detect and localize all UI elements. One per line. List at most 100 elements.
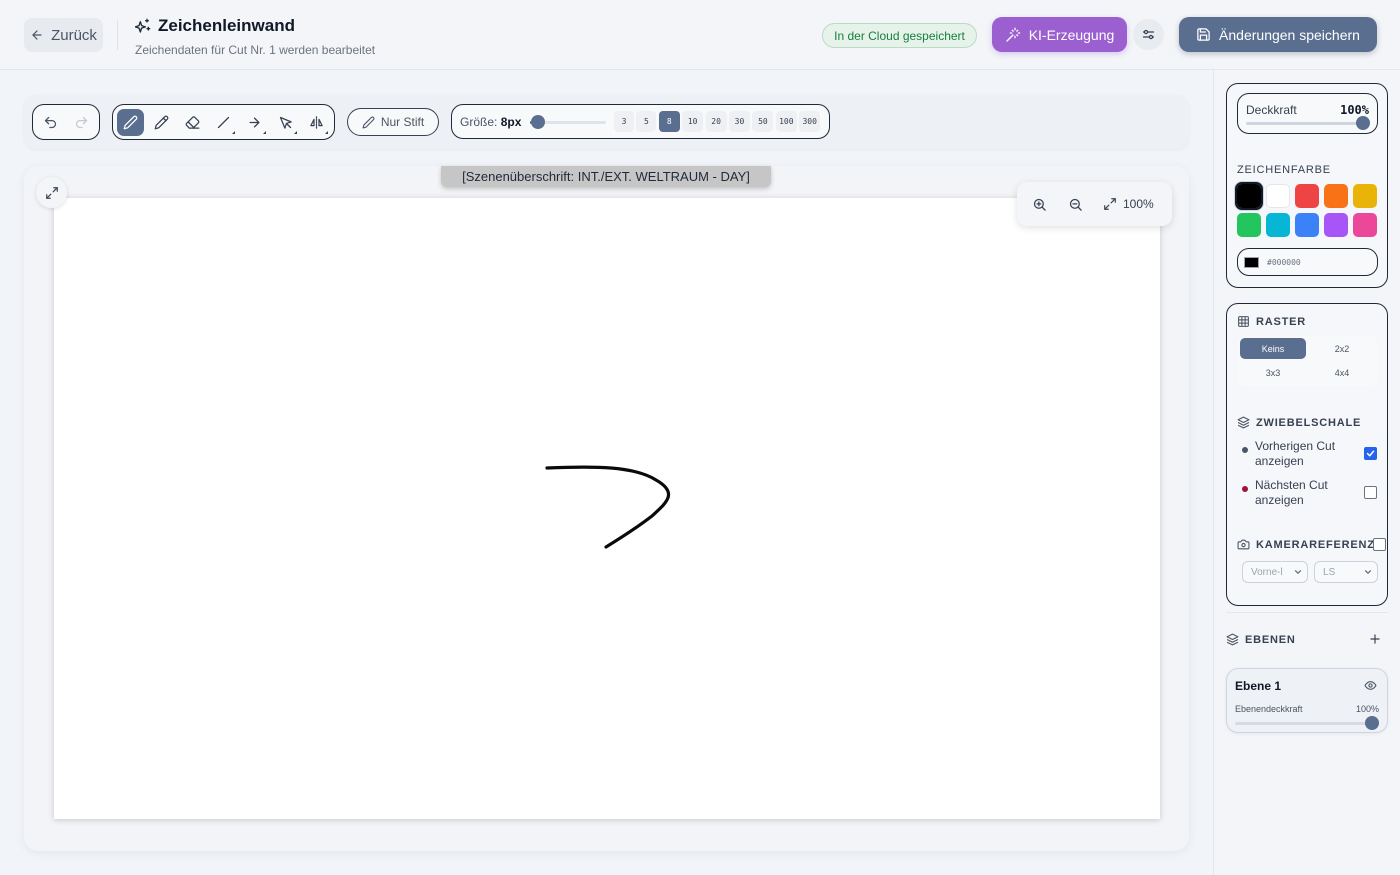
size-label: Größe: 8px	[460, 115, 521, 129]
select-tool-button[interactable]	[272, 109, 299, 136]
opacity-slider[interactable]	[1246, 116, 1370, 130]
undo-icon	[43, 115, 58, 130]
size-preset-300[interactable]: 300	[799, 111, 821, 132]
size-label-text: Größe:	[460, 115, 498, 129]
fullscreen-button[interactable]	[36, 177, 67, 208]
drawing-canvas[interactable]	[54, 198, 1160, 819]
onion-next-checkbox[interactable]	[1364, 486, 1377, 499]
camera-angle-select[interactable]: Vorne-l	[1242, 561, 1308, 583]
camera-angle-value: Vorne-l	[1251, 566, 1283, 578]
onion-prev-color-dot	[1242, 447, 1248, 453]
sliders-icon	[1141, 27, 1156, 42]
layer-opacity-slider[interactable]	[1235, 716, 1379, 730]
pen-only-toggle[interactable]: Nur Stift	[347, 108, 439, 136]
hex-color-input[interactable]: #000000	[1237, 248, 1378, 276]
add-layer-button[interactable]	[1366, 630, 1384, 648]
undo-button[interactable]	[37, 109, 64, 136]
canvas-drawing	[545, 465, 671, 549]
camera-heading-row: KAMERAREFERENZ	[1237, 538, 1375, 551]
zoom-out-button[interactable]	[1061, 190, 1089, 218]
settings-button[interactable]	[1133, 19, 1164, 50]
size-preset-30[interactable]: 30	[729, 111, 750, 132]
layer-item[interactable]: Ebene 1 Ebenendeckkraft 100%	[1226, 668, 1388, 733]
arrow-tool-button[interactable]	[241, 109, 268, 136]
redo-button[interactable]	[68, 109, 95, 136]
zoom-out-icon	[1068, 197, 1083, 212]
color-swatch[interactable]	[1324, 213, 1348, 237]
zoom-level-label: 100%	[1123, 197, 1154, 211]
submenu-indicator	[325, 130, 328, 134]
grid-option-3x3[interactable]: 3x3	[1240, 362, 1306, 383]
onion-heading: ZWIEBELSCHALE	[1256, 416, 1362, 429]
hex-color-preview	[1244, 256, 1259, 268]
onion-prev-checkbox[interactable]	[1364, 447, 1377, 460]
camera-reference-checkbox[interactable]	[1373, 538, 1386, 551]
opacity-label: Deckkraft	[1246, 103, 1297, 117]
size-preset-20[interactable]: 20	[705, 111, 727, 132]
grid-option-none[interactable]: Keins	[1240, 338, 1306, 359]
size-preset-3[interactable]: 3	[614, 111, 634, 132]
save-changes-button[interactable]: Änderungen speichern	[1179, 17, 1377, 52]
color-swatch[interactable]	[1353, 213, 1377, 237]
mirror-tool-button[interactable]	[303, 109, 330, 136]
header-divider	[117, 20, 118, 50]
ki-generation-button[interactable]: KI-Erzeugung	[992, 17, 1127, 52]
save-changes-label: Änderungen speichern	[1219, 26, 1360, 43]
onion-prev-row: Vorherigen Cut anzeigen	[1242, 439, 1382, 469]
history-group	[32, 104, 100, 140]
onion-heading-row: ZWIEBELSCHALE	[1237, 416, 1361, 429]
color-swatch[interactable]	[1295, 184, 1319, 208]
plus-icon	[1368, 632, 1382, 646]
size-slider[interactable]	[530, 115, 606, 129]
submenu-indicator	[232, 130, 235, 134]
ki-generation-label: KI-Erzeugung	[1028, 26, 1115, 43]
grid-option-2x2[interactable]: 2x2	[1309, 338, 1375, 359]
zoom-controls: 100%	[1017, 182, 1172, 226]
page-subtitle: Zeichendaten für Cut Nr. 1 werden bearbe…	[135, 43, 376, 57]
pencil-tool-button[interactable]	[148, 109, 175, 136]
layer-opacity-value: 100%	[1355, 704, 1379, 714]
hex-color-value: #000000	[1267, 257, 1301, 267]
back-button[interactable]: Zurück	[24, 18, 103, 52]
color-swatch[interactable]	[1235, 182, 1263, 210]
layers-heading-row: EBENEN	[1226, 633, 1296, 646]
camera-icon	[1237, 538, 1250, 551]
camera-shot-select[interactable]: LS	[1314, 561, 1378, 583]
layer-opacity-thumb[interactable]	[1365, 716, 1379, 730]
size-preset-10[interactable]: 10	[682, 111, 704, 132]
save-icon	[1196, 27, 1211, 42]
pencil-icon	[154, 115, 169, 130]
eraser-tool-button[interactable]	[179, 109, 206, 136]
onion-next-color-dot	[1242, 486, 1248, 492]
line-tool-button[interactable]	[210, 109, 237, 136]
color-swatch[interactable]	[1266, 184, 1290, 208]
zoom-in-button[interactable]	[1025, 190, 1053, 218]
size-preset-5[interactable]: 5	[636, 111, 657, 132]
expand-icon	[45, 186, 59, 200]
brush-size-group: Größe: 8px 3 5 8 10 20 30 50 100 300	[451, 104, 830, 139]
size-preset-100[interactable]: 100	[775, 111, 797, 132]
layers-icon	[1237, 416, 1250, 429]
chevron-down-icon	[1293, 567, 1303, 577]
color-swatch[interactable]	[1237, 213, 1261, 237]
color-swatch[interactable]	[1266, 213, 1290, 237]
color-swatch[interactable]	[1353, 184, 1377, 208]
eye-icon[interactable]	[1364, 679, 1377, 692]
grid-option-4x4[interactable]: 4x4	[1309, 362, 1375, 383]
opacity-slider-thumb[interactable]	[1356, 116, 1370, 130]
drawing-toolbar: Nur Stift Größe: 8px 3 5 8 10 20 30 50 100 300	[24, 95, 1189, 149]
layers-stack-icon	[1226, 633, 1239, 646]
magic-wand-icon	[1005, 27, 1021, 43]
maximize-icon	[1103, 197, 1117, 211]
back-label: Zurück	[51, 26, 97, 44]
size-slider-thumb[interactable]	[531, 115, 546, 129]
tool-group	[112, 104, 335, 140]
color-swatch[interactable]	[1324, 184, 1348, 208]
cloud-status-badge: In der Cloud gespeichert	[822, 23, 977, 48]
color-swatch[interactable]	[1295, 213, 1319, 237]
zoom-reset-button[interactable]: 100%	[1103, 197, 1154, 211]
opacity-value: 100%	[1340, 103, 1369, 117]
brush-tool-button[interactable]	[117, 108, 144, 136]
size-preset-50[interactable]: 50	[752, 111, 774, 132]
size-preset-8[interactable]: 8	[658, 111, 680, 132]
